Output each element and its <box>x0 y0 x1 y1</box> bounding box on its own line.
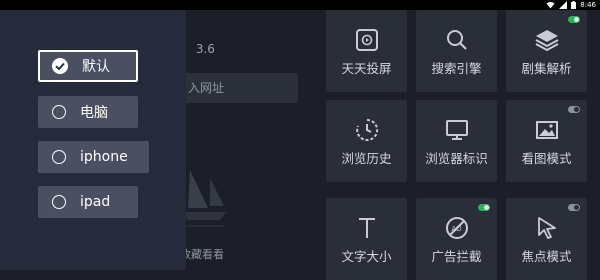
tile-label: 看图模式 <box>521 151 572 166</box>
bookmark-label: 收藏看看 <box>180 248 224 261</box>
tile-search-engine[interactable]: 搜索引擎 <box>416 10 497 92</box>
ua-option-pc[interactable]: 电脑 <box>38 96 138 128</box>
tile-text-size[interactable]: 文字大小 <box>326 198 407 280</box>
tile-user-agent[interactable]: 浏览器标识 <box>416 100 497 182</box>
tile-label: 浏览历史 <box>341 151 392 166</box>
user-agent-menu: 默认 电脑 iphone ipad <box>0 10 186 270</box>
ua-option-iphone[interactable]: iphone <box>38 141 149 173</box>
svg-text:AD: AD <box>451 225 461 233</box>
toggle-switch[interactable] <box>568 204 580 211</box>
ua-option-ipad[interactable]: ipad <box>38 186 138 218</box>
toggle-switch[interactable] <box>568 106 580 113</box>
tile-history[interactable]: 浏览历史 <box>326 100 407 182</box>
tile-label: 浏览器标识 <box>425 151 488 166</box>
radio-icon <box>52 150 66 164</box>
cast-play-icon <box>355 28 379 56</box>
toggle-switch[interactable] <box>478 204 490 211</box>
toggle-switch[interactable] <box>568 16 580 23</box>
option-label: ipad <box>80 194 111 210</box>
tile-label: 搜索引擎 <box>431 61 482 76</box>
boat-illustration <box>180 170 230 234</box>
history-icon <box>355 118 379 146</box>
radio-icon <box>52 195 66 209</box>
radio-icon <box>52 105 66 119</box>
tile-episode-parse[interactable]: 剧集解析 <box>506 10 587 92</box>
option-label: 默认 <box>82 59 110 75</box>
ad-block-icon: AD <box>445 216 469 244</box>
signal-icon <box>559 1 568 9</box>
option-label: 电脑 <box>80 105 108 121</box>
tile-focus-mode[interactable]: 焦点模式 <box>506 198 587 280</box>
tile-image-mode[interactable]: 看图模式 <box>506 100 587 182</box>
status-bar: 8:46 <box>0 0 600 10</box>
wifi-icon <box>546 1 555 9</box>
tile-label: 文字大小 <box>341 249 392 264</box>
tile-ad-block[interactable]: AD 广告拦截 <box>416 198 497 280</box>
battery-icon <box>571 1 577 9</box>
url-input[interactable]: 入网址 <box>170 73 298 103</box>
tile-cast[interactable]: 天天投屏 <box>326 10 407 92</box>
tile-label: 广告拦截 <box>431 249 482 264</box>
tile-label: 天天投屏 <box>341 61 392 76</box>
image-icon <box>535 118 559 146</box>
tile-label: 焦点模式 <box>521 249 572 264</box>
clock-time: 8:46 <box>580 1 596 9</box>
cursor-icon <box>535 216 559 244</box>
monitor-icon <box>445 118 469 146</box>
check-circle-icon <box>52 58 68 74</box>
tile-label: 剧集解析 <box>521 61 572 76</box>
search-icon <box>445 28 469 56</box>
text-size-icon <box>355 216 379 244</box>
ua-option-default[interactable]: 默认 <box>38 50 138 82</box>
option-label: iphone <box>80 149 128 165</box>
layers-icon <box>534 28 560 56</box>
